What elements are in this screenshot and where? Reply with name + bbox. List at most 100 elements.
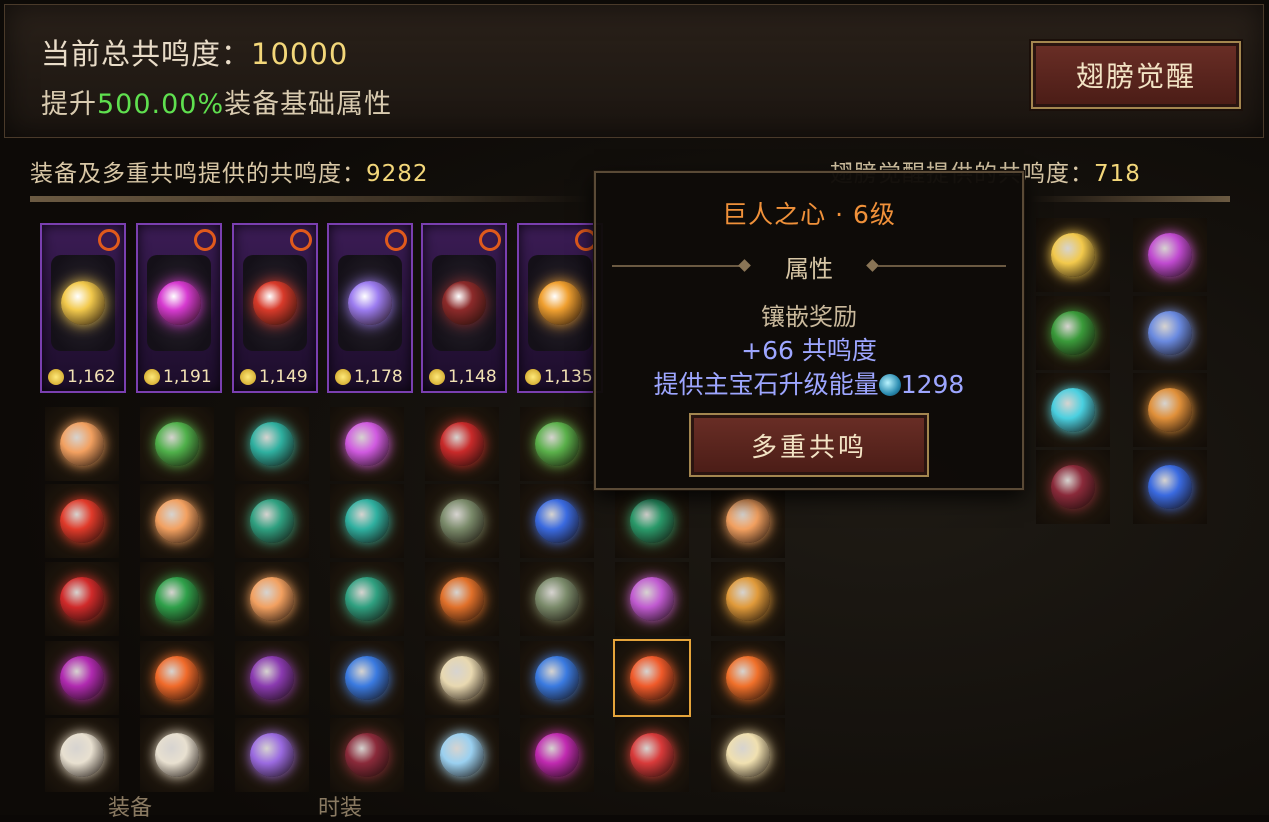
gem-slot[interactable] xyxy=(520,641,594,715)
boost-prefix: 提升 xyxy=(41,89,97,120)
gem-icon xyxy=(60,577,104,621)
gem-slot[interactable] xyxy=(1133,296,1207,370)
equipment-resonance-value: 9282 xyxy=(366,161,429,187)
gem-icon xyxy=(726,499,770,543)
gem-icon xyxy=(250,499,294,543)
gem-slot[interactable] xyxy=(615,484,689,558)
gem-slot[interactable] xyxy=(520,562,594,636)
gem-slot[interactable] xyxy=(235,641,309,715)
gem-slot[interactable] xyxy=(140,718,214,792)
gem-icon xyxy=(1148,388,1192,432)
equipment-card[interactable]: 1,191 xyxy=(136,223,222,393)
gem-icon xyxy=(440,422,484,466)
gem-slot[interactable] xyxy=(425,718,499,792)
gem-slot[interactable] xyxy=(711,718,785,792)
gem-slot[interactable] xyxy=(330,407,404,481)
gem-slot[interactable] xyxy=(1036,218,1110,292)
gem-slot[interactable] xyxy=(235,562,309,636)
gem-slot[interactable] xyxy=(330,484,404,558)
gem-slot[interactable] xyxy=(140,562,214,636)
gem-icon xyxy=(440,577,484,621)
gem-slot[interactable] xyxy=(235,484,309,558)
gem-slot[interactable] xyxy=(1036,373,1110,447)
gem-icon xyxy=(535,499,579,543)
violet-orb-icon xyxy=(348,281,392,325)
magenta-orb-icon xyxy=(157,281,201,325)
gem-icon xyxy=(726,733,770,777)
gem-icon xyxy=(1051,311,1095,355)
gem-slot[interactable] xyxy=(1036,296,1110,370)
tooltip-title: 巨人之心 · 6级 xyxy=(722,200,896,229)
gem-slot[interactable] xyxy=(615,562,689,636)
tooltip-divider-right xyxy=(878,265,1006,267)
gem-icon xyxy=(250,422,294,466)
gem-slot[interactable] xyxy=(45,718,119,792)
equipment-card[interactable]: 1,149 xyxy=(232,223,318,393)
upgrade-badge-icon xyxy=(98,229,120,251)
dark-red-orb-icon xyxy=(442,281,486,325)
boost-suffix: 装备基础属性 xyxy=(224,89,393,120)
gem-slot[interactable] xyxy=(1133,450,1207,524)
coin-icon xyxy=(240,369,256,385)
gem-slot[interactable] xyxy=(140,641,214,715)
gem-slot[interactable] xyxy=(330,718,404,792)
gem-slot[interactable] xyxy=(45,641,119,715)
gem-slot[interactable] xyxy=(1036,450,1110,524)
gem-slot[interactable] xyxy=(520,484,594,558)
gem-slot[interactable] xyxy=(711,562,785,636)
gem-icon xyxy=(250,577,294,621)
gem-slot[interactable] xyxy=(235,718,309,792)
equipment-card[interactable]: 1,162 xyxy=(40,223,126,393)
gem-icon xyxy=(60,733,104,777)
gem-tooltip: 巨人之心 · 6级 属性 镶嵌奖励 +66 共鸣度 提供主宝石升级能量 1298 … xyxy=(594,171,1024,490)
divider-left xyxy=(30,196,590,202)
header-panel: 当前总共鸣度：10000 提升500.00%装备基础属性 翅膀觉醒 xyxy=(4,4,1264,138)
card-score: 1,149 xyxy=(236,365,314,389)
equipment-card[interactable]: 1,178 xyxy=(327,223,413,393)
card-score: 1,191 xyxy=(140,365,218,389)
amber-orb-icon xyxy=(538,281,582,325)
gem-icon xyxy=(630,656,674,700)
gem-slot[interactable] xyxy=(45,484,119,558)
gem-icon xyxy=(535,656,579,700)
multi-resonance-button[interactable]: 多重共鸣 xyxy=(689,413,929,477)
gem-icon xyxy=(726,656,770,700)
gem-slot[interactable] xyxy=(45,407,119,481)
tab-fashion[interactable]: 时装 xyxy=(318,790,362,822)
gem-slot[interactable] xyxy=(140,407,214,481)
gem-slot[interactable] xyxy=(711,484,785,558)
card-score-value: 1,149 xyxy=(259,367,308,387)
gem-slot[interactable] xyxy=(1133,373,1207,447)
gem-slot[interactable] xyxy=(711,641,785,715)
gem-slot[interactable] xyxy=(1133,218,1207,292)
gem-slot[interactable] xyxy=(140,484,214,558)
gem-slot[interactable] xyxy=(425,484,499,558)
total-resonance: 当前总共鸣度：10000 xyxy=(41,31,348,73)
tab-equipment[interactable]: 装备 xyxy=(108,790,152,822)
gem-icon xyxy=(1051,388,1095,432)
card-score-value: 1,178 xyxy=(354,367,403,387)
gem-slot[interactable] xyxy=(613,639,691,717)
equipment-card[interactable]: 1,148 xyxy=(421,223,507,393)
gem-slot[interactable] xyxy=(425,641,499,715)
gem-slot[interactable] xyxy=(235,407,309,481)
gem-slot[interactable] xyxy=(615,718,689,792)
gem-slot[interactable] xyxy=(330,562,404,636)
gem-icon xyxy=(440,499,484,543)
tooltip-bonus-label: 镶嵌奖励 xyxy=(761,303,857,331)
wing-awaken-button[interactable]: 翅膀觉醒 xyxy=(1031,41,1241,109)
coin-icon xyxy=(429,369,445,385)
tooltip-energy: 提供主宝石升级能量 1298 xyxy=(596,365,1022,401)
upgrade-badge-icon xyxy=(194,229,216,251)
gem-icon xyxy=(60,422,104,466)
gem-slot[interactable] xyxy=(520,407,594,481)
gem-slot[interactable] xyxy=(330,641,404,715)
gem-slot[interactable] xyxy=(425,562,499,636)
gem-slot[interactable] xyxy=(520,718,594,792)
gem-icon xyxy=(535,733,579,777)
gem-slot[interactable] xyxy=(45,562,119,636)
equipment-card[interactable]: 1,135 xyxy=(517,223,603,393)
gem-slot[interactable] xyxy=(425,407,499,481)
coin-icon xyxy=(48,369,64,385)
gold-orb-icon xyxy=(61,281,105,325)
